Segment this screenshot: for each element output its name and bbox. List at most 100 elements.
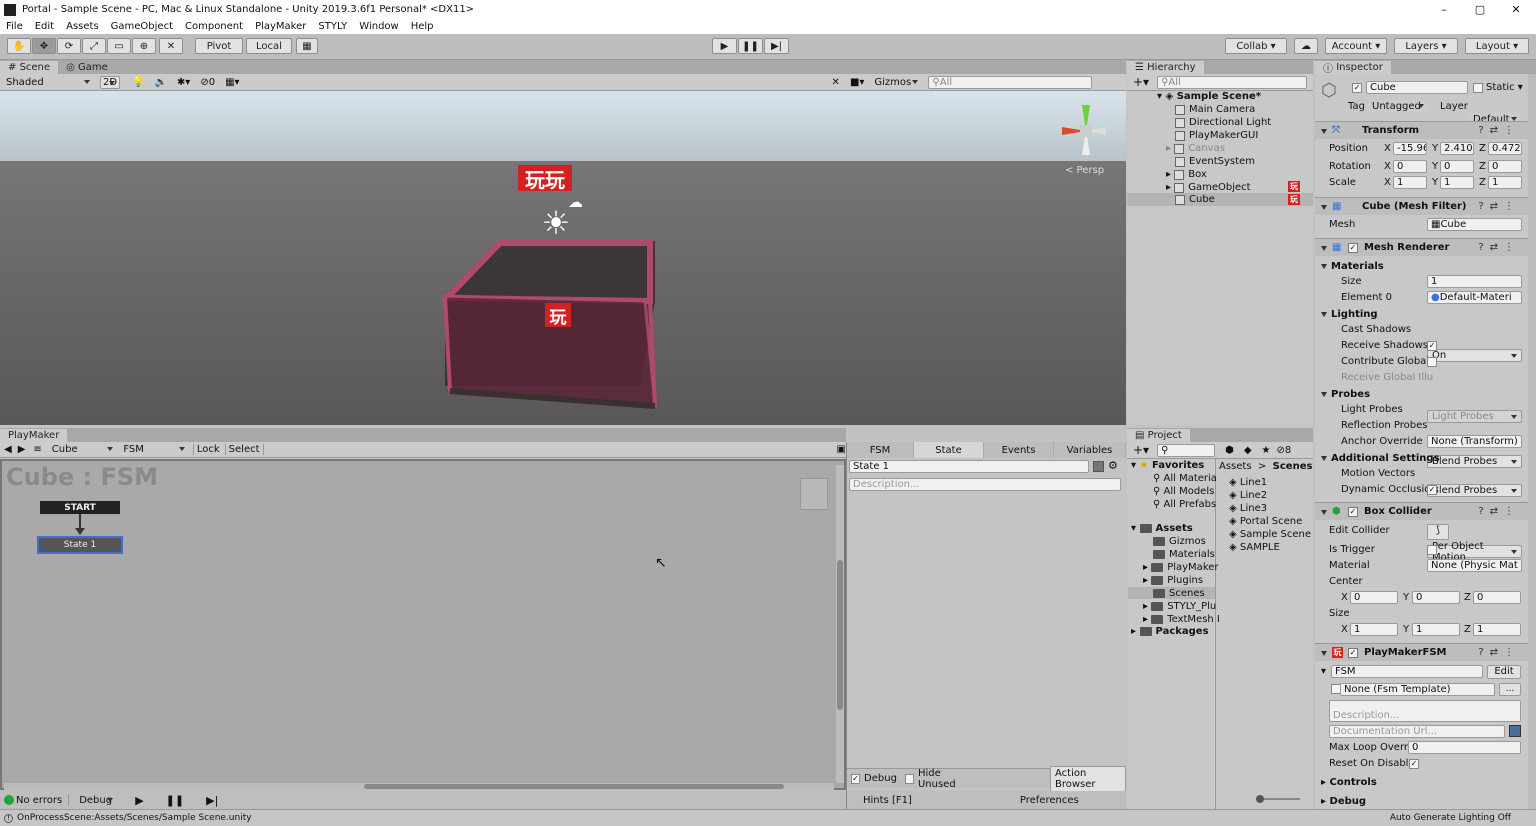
pause-button[interactable]: ❚❚ <box>738 38 763 54</box>
scene-root[interactable]: ▾ ◈ Sample Scene* <box>1157 91 1261 102</box>
gizmos-dropdown[interactable]: Gizmos <box>870 75 923 89</box>
grid-snap-icon[interactable]: ▦ <box>296 38 318 54</box>
fsm-template-field[interactable]: None (Fsm Template) <box>1340 683 1495 696</box>
cloud-icon[interactable]: ☁ <box>1294 38 1318 54</box>
minimap[interactable] <box>800 478 828 510</box>
effects-icon[interactable]: ✱▾ <box>177 77 190 88</box>
hierarchy-item[interactable]: Main Camera <box>1175 104 1255 115</box>
tab-game[interactable]: ◎ Game <box>58 61 116 74</box>
state-node-selected[interactable]: State 1 <box>37 536 123 554</box>
lighting-icon[interactable]: 💡 <box>132 77 144 88</box>
rotation-z-input[interactable]: 0 <box>1488 160 1522 173</box>
add-icon[interactable]: +▾ <box>1133 443 1149 457</box>
tab-hierarchy[interactable]: ☰ Hierarchy <box>1127 61 1204 74</box>
layers-dropdown[interactable]: Layers ▾ <box>1394 38 1458 54</box>
cast-shadows-dropdown[interactable]: On <box>1427 349 1522 362</box>
tab-fsm[interactable]: FSM <box>847 442 914 458</box>
rotation-x-input[interactable]: 0 <box>1393 160 1427 173</box>
hand-tool-icon[interactable]: ✋ <box>7 38 31 54</box>
scale-x-input[interactable]: 1 <box>1393 176 1427 189</box>
asset-folder[interactable]: ▸ Plugins <box>1143 575 1203 586</box>
scale-z-input[interactable]: 1 <box>1488 176 1522 189</box>
tab-project[interactable]: ▤ Project <box>1127 429 1190 442</box>
contribute-gi-checkbox[interactable] <box>1427 357 1437 367</box>
motion-vectors-dropdown[interactable]: Per Object Motion <box>1427 541 1522 563</box>
menu-styly[interactable]: STYLY <box>312 21 353 32</box>
hide-unused-checkbox[interactable] <box>904 773 914 784</box>
mesh-field[interactable]: ▦ Cube <box>1427 218 1522 231</box>
collab-button[interactable]: Collab ▾ <box>1225 38 1287 54</box>
mesh-filter-header[interactable]: ▦ Cube (Mesh Filter) ?⇄⋮ <box>1315 197 1528 215</box>
assets-header[interactable]: ▾ Assets <box>1131 523 1193 534</box>
play-button[interactable]: ▶ <box>712 38 737 54</box>
tag-dropdown[interactable]: Untagged <box>1368 100 1428 113</box>
scene-file[interactable]: ◈ Line2 <box>1229 490 1267 501</box>
menu-icon[interactable]: ≡ <box>33 444 41 455</box>
size-z-input[interactable]: 1 <box>1473 623 1521 636</box>
camera-icon[interactable]: ■▾ <box>850 77 864 88</box>
materials-size-input[interactable]: 1 <box>1427 275 1522 288</box>
close-button[interactable]: ✕ <box>1498 0 1534 19</box>
fsm-graph-canvas[interactable] <box>0 459 846 790</box>
asset-folder[interactable]: ▸ TextMesh I <box>1143 614 1220 625</box>
controls-foldout[interactable]: ▸ Controls <box>1321 777 1377 788</box>
project-search-input[interactable]: ⚲ <box>1157 443 1216 457</box>
transform-header[interactable]: ⤧ Transform ?⇄⋮ <box>1315 121 1528 139</box>
additional-settings-foldout[interactable]: Additional Settings <box>1321 452 1440 464</box>
hierarchy-item[interactable]: Directional Light <box>1175 117 1271 128</box>
packages-header[interactable]: ▸ Packages <box>1131 626 1209 637</box>
horizontal-scrollbar-thumb[interactable] <box>364 784 784 789</box>
axis-gizmo-icon[interactable] <box>1058 101 1114 161</box>
probes-foldout[interactable]: Probes <box>1321 388 1370 400</box>
component-tools-icon[interactable]: ?⇄⋮ <box>1478 242 1520 253</box>
static-dropdown[interactable]: Static ▾ <box>1486 82 1523 93</box>
icon-size-slider-thumb[interactable] <box>1256 795 1264 803</box>
menu-help[interactable]: Help <box>405 21 440 32</box>
light-probes-dropdown[interactable]: Blend Probes <box>1427 455 1522 468</box>
lock-button[interactable]: Lock <box>192 444 223 455</box>
tab-events[interactable]: Events <box>984 442 1054 458</box>
scale-y-input[interactable]: 1 <box>1440 176 1474 189</box>
error-status[interactable]: No errors <box>16 794 70 806</box>
scene-file[interactable]: ◈ SAMPLE <box>1229 542 1280 553</box>
back-icon[interactable]: ◀ <box>4 444 12 455</box>
scene-file[interactable]: ◈ Portal Scene <box>1229 516 1302 527</box>
maximize-icon[interactable]: ▣ <box>837 444 846 455</box>
hierarchy-item[interactable]: ▸ GameObject <box>1166 182 1251 193</box>
forward-icon[interactable]: ▶ <box>18 444 26 455</box>
favorite-item[interactable]: ⚲ All Models <box>1153 486 1214 497</box>
receive-shadows-checkbox[interactable]: ✓ <box>1427 341 1437 351</box>
hierarchy-item[interactable]: ▸ Canvas <box>1166 143 1225 154</box>
fsm-edit-button[interactable]: Edit <box>1487 665 1521 679</box>
component-tools-icon[interactable]: ?⇄⋮ <box>1478 125 1520 136</box>
hidden-objects-icon[interactable]: ⊘0 <box>200 77 215 88</box>
debug-checkbox[interactable]: ✓ <box>851 773 861 784</box>
hierarchy-item[interactable]: PlayMakerGUI <box>1175 130 1258 141</box>
custom-tool-icon[interactable]: ✕ <box>159 38 183 54</box>
element0-field[interactable]: ● Default-Materi <box>1427 291 1522 304</box>
box-collider-enabled-checkbox[interactable]: ✓ <box>1348 506 1358 517</box>
documentation-url-input[interactable]: Documentation Url... <box>1329 725 1505 738</box>
position-z-input[interactable]: 0.4723 <box>1488 142 1522 155</box>
asset-folder[interactable]: ▸ STYLY_Plu <box>1143 601 1216 612</box>
hints-button[interactable]: Hints [F1] <box>863 795 912 806</box>
asset-folder[interactable]: Materials <box>1153 549 1215 560</box>
state-description-input[interactable]: Description... <box>849 478 1121 491</box>
box-collider-header[interactable]: ⬢ ✓ Box Collider ?⇄⋮ <box>1315 502 1528 520</box>
favorites-header[interactable]: ▾ ★ Favorites <box>1131 460 1204 471</box>
breadcrumb-root[interactable]: Assets <box>1219 461 1252 472</box>
center-z-input[interactable]: 0 <box>1473 591 1521 604</box>
filter-type-icon[interactable]: ⬢ <box>1225 445 1234 456</box>
fsm-dropdown[interactable]: FSM <box>119 443 189 456</box>
scene-viewport[interactable]: 玩玩 玩 ☀ ☁ < Persp <box>0 91 1126 425</box>
state-name-input[interactable]: State 1 <box>849 460 1089 473</box>
fsm-play-button[interactable]: ▶ <box>135 794 143 807</box>
pivot-button[interactable]: Pivot <box>195 38 243 54</box>
static-checkbox[interactable] <box>1473 83 1483 93</box>
maximize-button[interactable]: ▢ <box>1462 0 1498 19</box>
account-dropdown[interactable]: Account ▾ <box>1325 38 1387 54</box>
debug-dropdown[interactable]: Debug <box>75 793 118 807</box>
state-color-swatch[interactable] <box>1093 461 1104 472</box>
grid-icon[interactable]: ▦▾ <box>225 77 239 88</box>
asset-folder[interactable]: ▸ PlayMaker <box>1143 562 1219 573</box>
